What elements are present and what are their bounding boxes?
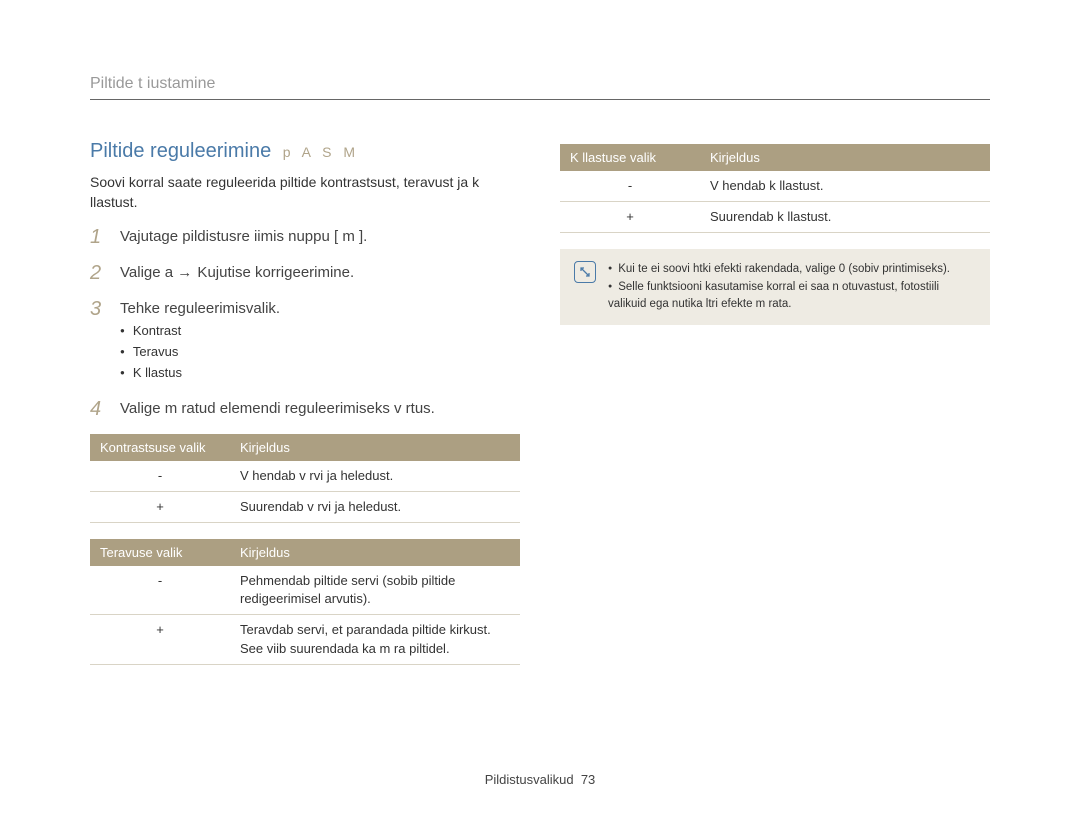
right-column: K llastuse valik Kirjeldus - V hendab k … <box>560 140 990 681</box>
bullet-sharpness: Teravus <box>120 342 520 363</box>
heading: Piltide reguleerimine p A S M <box>90 140 520 163</box>
table-cell-value: Teravdab servi, et parandada piltide kir… <box>230 615 520 664</box>
page-footer: Pildistusvalikud 73 <box>0 772 1080 787</box>
table-row: - V hendab v rvi ja heledust. <box>90 461 520 492</box>
note-icon <box>574 261 596 283</box>
note-item: Kui te ei soovi htki efekti rakendada, v… <box>608 261 976 278</box>
table-cell-value: V hendab v rvi ja heledust. <box>230 461 520 492</box>
intro-text: Soovi korral saate reguleerida piltide k… <box>90 173 520 212</box>
table-header: Kirjeldus <box>230 434 520 461</box>
step-1: 1 Vajutage pildistusre iimis nuppu [ m ]… <box>90 226 520 248</box>
footer-label: Pildistusvalikud <box>485 772 574 787</box>
table-cell-key: - <box>90 461 230 492</box>
note-item: Selle funktsiooni kasutamise korral ei s… <box>608 279 976 314</box>
note-box: Kui te ei soovi htki efekti rakendada, v… <box>560 249 990 325</box>
bullet-saturation: K llastus <box>120 363 520 384</box>
step-text-prefix: Valige a <box>120 264 177 281</box>
step-text: Vajutage pildistusre iimis nuppu [ m ]. <box>120 226 520 247</box>
table-row: + Suurendab v rvi ja heledust. <box>90 491 520 522</box>
table-cell-key: + <box>90 615 230 664</box>
table-cell-key: + <box>90 491 230 522</box>
step-text: Valige m ratud elemendi reguleerimiseks … <box>120 398 520 419</box>
step-number: 3 <box>90 298 108 320</box>
table-row: - V hendab k llastust. <box>560 171 990 202</box>
table-cell-value: Suurendab k llastust. <box>700 202 990 233</box>
table-cell-value: Suurendab v rvi ja heledust. <box>230 491 520 522</box>
table-header: Kontrastsuse valik <box>90 434 230 461</box>
footer-page-number: 73 <box>581 772 595 787</box>
table-header: Teravuse valik <box>90 539 230 566</box>
step-number: 1 <box>90 226 108 248</box>
step-4: 4 Valige m ratud elemendi reguleerimisek… <box>90 398 520 420</box>
table-row: - Pehmendab piltide servi (sobib piltide… <box>90 566 520 615</box>
table-header: K llastuse valik <box>560 144 700 171</box>
table-cell-key: - <box>560 171 700 202</box>
section-title: Piltide t iustamine <box>90 75 990 100</box>
table-cell-key: - <box>90 566 230 615</box>
step-text-suffix: Kujutise korrigeerimine. <box>193 264 354 281</box>
sharpness-table: Teravuse valik Kirjeldus - Pehmendab pil… <box>90 539 520 665</box>
heading-title: Piltide reguleerimine <box>90 140 271 162</box>
step-number: 2 <box>90 262 108 284</box>
step-number: 4 <box>90 398 108 420</box>
left-column: Piltide reguleerimine p A S M Soovi korr… <box>90 140 520 681</box>
arrow-icon: → <box>177 264 193 281</box>
table-row: + Suurendab k llastust. <box>560 202 990 233</box>
table-cell-value: V hendab k llastust. <box>700 171 990 202</box>
table-header: Kirjeldus <box>230 539 520 566</box>
step-2: 2 Valige a → Kujutise korrigeerimine. <box>90 262 520 284</box>
heading-modes: p A S M <box>283 144 359 160</box>
contrast-table: Kontrastsuse valik Kirjeldus - V hendab … <box>90 434 520 523</box>
step-text: Tehke reguleerimisvalik. <box>120 300 280 317</box>
table-row: + Teravdab servi, et parandada piltide k… <box>90 615 520 664</box>
step-3: 3 Tehke reguleerimisvalik. Kontrast Tera… <box>90 298 520 383</box>
saturation-table: K llastuse valik Kirjeldus - V hendab k … <box>560 144 990 233</box>
table-cell-key: + <box>560 202 700 233</box>
step-text: Valige a → Kujutise korrigeerimine. <box>120 262 520 283</box>
table-cell-value: Pehmendab piltide servi (sobib piltide r… <box>230 566 520 615</box>
bullet-contrast: Kontrast <box>120 321 520 342</box>
table-header: Kirjeldus <box>700 144 990 171</box>
